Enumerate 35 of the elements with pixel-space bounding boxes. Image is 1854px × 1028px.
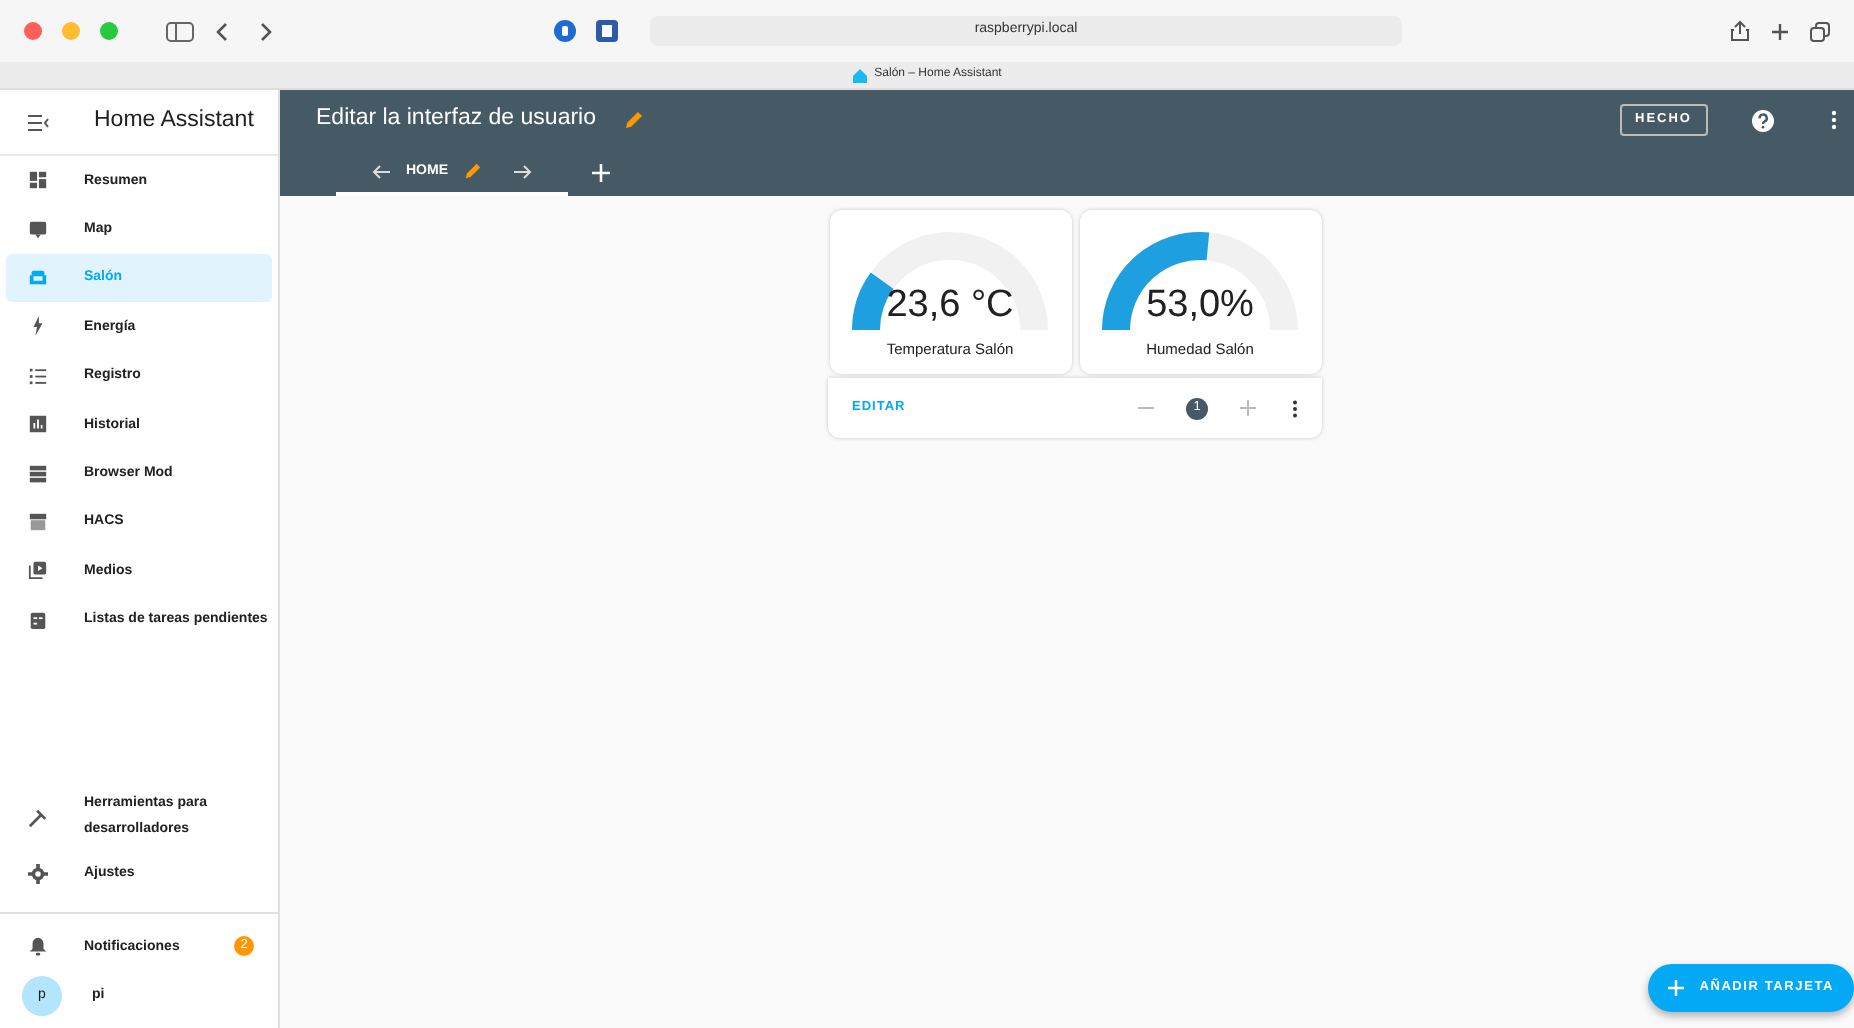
pencil-icon[interactable] <box>624 110 644 130</box>
share-icon[interactable] <box>1730 20 1750 42</box>
page-title: Editar la interfaz de usuario <box>316 104 596 135</box>
dashboard-icon <box>28 170 48 191</box>
move-left-icon[interactable] <box>372 163 390 179</box>
more-options-icon[interactable] <box>1830 110 1838 130</box>
app-title: Home Assistant <box>94 106 254 137</box>
hammer-icon <box>28 807 48 828</box>
store-icon <box>28 511 48 532</box>
map-icon <box>28 219 48 240</box>
help-icon[interactable] <box>1752 109 1774 131</box>
gauge-value: 23,6 °C <box>886 282 1014 330</box>
pencil-icon[interactable] <box>464 162 482 180</box>
settings-icon <box>28 864 48 885</box>
add-view-icon[interactable] <box>592 164 610 182</box>
bar-chart-icon <box>28 414 48 435</box>
media-icon <box>28 560 48 581</box>
gauge-value: 53,0% <box>1146 282 1254 330</box>
extension-icon[interactable] <box>596 20 618 42</box>
home-logo-icon <box>852 67 869 83</box>
sidebar-toggle-icon[interactable] <box>166 21 194 41</box>
bell-icon <box>28 936 48 957</box>
move-right-icon[interactable] <box>514 163 532 179</box>
sofa-icon <box>28 267 48 288</box>
clipboard-icon <box>28 609 48 630</box>
close-window-icon[interactable] <box>24 22 42 40</box>
plus-icon <box>1667 980 1684 996</box>
server-icon <box>28 463 48 484</box>
tabs-overview-icon[interactable] <box>1810 21 1830 41</box>
menu-icon[interactable] <box>28 113 50 131</box>
more-options-icon[interactable] <box>1292 399 1298 417</box>
lightning-icon <box>28 316 48 337</box>
new-tab-icon[interactable] <box>1770 21 1790 41</box>
shield-extension-icon[interactable] <box>554 20 576 42</box>
list-icon <box>28 365 48 386</box>
